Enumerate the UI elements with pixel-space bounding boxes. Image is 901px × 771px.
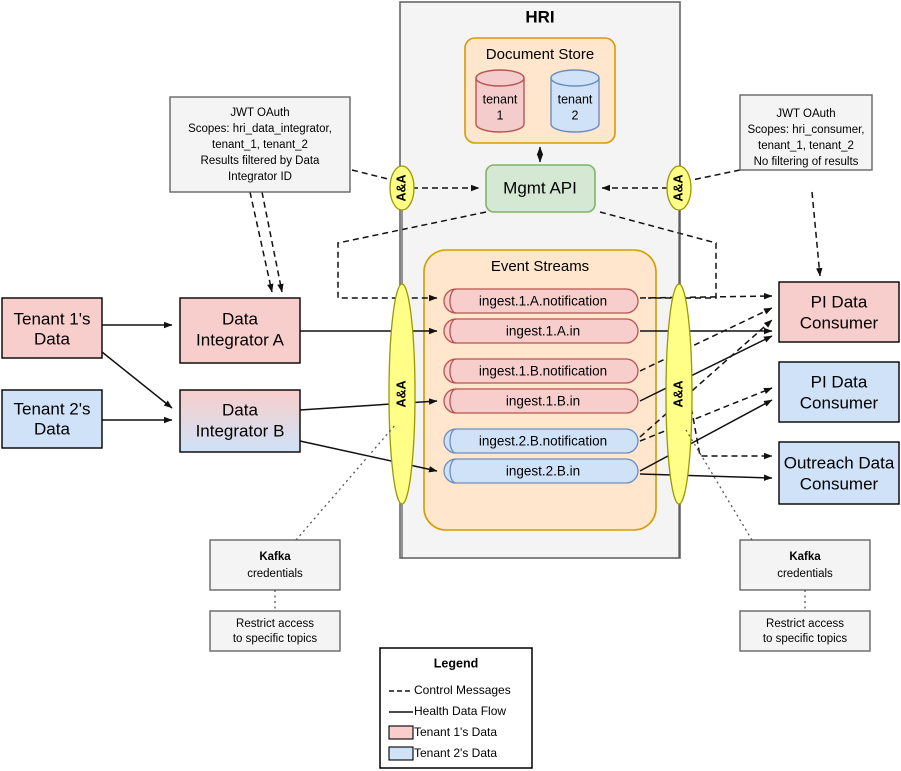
integrator-label-line1: Data xyxy=(222,400,258,419)
source-tenant-1-data: Tenant 1's Data xyxy=(1,297,103,359)
consumer-label-line2: Consumer xyxy=(800,393,879,412)
legend-item-tenant-1-data: Tenant 1's Data xyxy=(388,725,497,740)
edge-left-oauth-to-integratorA-2 xyxy=(261,191,284,293)
topic-ingest-2-b-notification: ingest.2.B.notification xyxy=(443,428,639,454)
aa-gate-mgmt-right: A&A xyxy=(666,165,692,211)
legend-item-label: Tenant 1's Data xyxy=(414,725,497,739)
topic-ingest-1-b-in: ingest.1.B.in xyxy=(443,388,639,414)
data-integrator-b: Data Integrator B xyxy=(179,389,301,453)
legend-item-label: Control Messages xyxy=(414,683,511,697)
integrator-label-line2: Integrator A xyxy=(196,330,285,349)
consumer-label-line2: Consumer xyxy=(800,313,879,332)
topic-label: ingest.1.A.in xyxy=(506,324,580,339)
legend-item-tenant-2-data: Tenant 2's Data xyxy=(388,746,497,761)
kafka-title: Kafka xyxy=(259,551,291,563)
note-line: JWT OAuth xyxy=(230,107,289,119)
source-label-line2: Data xyxy=(34,419,70,438)
consumer-label-line1: PI Data xyxy=(811,372,868,391)
note-left-kafka-credentials: Kafka credentials xyxy=(209,539,341,591)
edge-right-kafka-to-aa-gate xyxy=(685,429,753,541)
legend-item-label: Tenant 2's Data xyxy=(414,746,497,760)
consumer-pi-data-tenant-1: PI Data Consumer xyxy=(778,281,900,343)
hri-title: HRI xyxy=(525,7,554,26)
topic-label: ingest.1.B.notification xyxy=(479,364,607,379)
edge-right-oauth-to-aa xyxy=(691,169,741,181)
note-line: No filtering of results xyxy=(754,156,859,168)
edge-left-kafka-to-aa-gate xyxy=(295,423,397,541)
note-left-jwt-oauth: JWT OAuth Scopes: hri_data_integrator, t… xyxy=(169,96,351,193)
topic-ingest-1-a-in: ingest.1.A.in xyxy=(443,318,639,344)
consumer-label-line2: Consumer xyxy=(800,474,879,493)
restrict-line2: to specific topics xyxy=(763,633,848,645)
aa-gate-label: A&A xyxy=(394,174,408,201)
source-label-line2: Data xyxy=(34,329,70,348)
edge-tenant1-to-integratorB xyxy=(101,351,173,409)
integrator-label-line1: Data xyxy=(222,309,258,328)
topic-label: ingest.2.B.notification xyxy=(479,434,607,449)
aa-gate-label: A&A xyxy=(671,174,685,201)
kafka-subtitle: credentials xyxy=(777,568,833,580)
aa-gate-mgmt-left: A&A xyxy=(389,165,415,211)
source-tenant-2-data: Tenant 2's Data xyxy=(1,389,103,449)
architecture-diagram: HRI Document Store tenant 1 tenant 2 Mgm… xyxy=(1,1,900,769)
edge-right-oauth-to-consumer xyxy=(811,191,823,277)
consumer-label-line1: Outreach Data xyxy=(784,453,895,472)
database-tenant-2-line2: 2 xyxy=(572,108,579,122)
aa-gate-streams-left: A&A xyxy=(388,283,416,505)
database-tenant-1-line1: tenant xyxy=(483,92,518,106)
document-store-label: Document Store xyxy=(486,46,594,63)
consumer-pi-data-tenant-2: PI Data Consumer xyxy=(778,361,900,423)
database-tenant-2: tenant 2 xyxy=(550,69,600,133)
note-left-restrict-access: Restrict access to specific topics xyxy=(209,610,341,652)
restrict-line2: to specific topics xyxy=(233,633,318,645)
database-tenant-1: tenant 1 xyxy=(475,69,525,133)
integrator-label-line2: Integrator B xyxy=(196,421,285,440)
source-label-line1: Tenant 2's xyxy=(14,399,91,418)
document-store: Document Store tenant 1 tenant 2 xyxy=(464,37,616,144)
note-line: Integrator ID xyxy=(228,171,292,183)
note-right-restrict-access: Restrict access to specific topics xyxy=(739,610,871,652)
legend-title: Legend xyxy=(434,656,478,670)
topic-label: ingest.1.A.notification xyxy=(479,294,607,309)
source-label-line1: Tenant 1's xyxy=(14,309,91,328)
kafka-title: Kafka xyxy=(789,551,821,563)
aa-gate-label: A&A xyxy=(394,380,408,407)
restrict-line1: Restrict access xyxy=(766,618,844,630)
legend-item-label: Health Data Flow xyxy=(414,704,506,718)
topic-ingest-1-a-notification: ingest.1.A.notification xyxy=(443,288,639,314)
edge-left-oauth-to-integratorA xyxy=(249,191,274,293)
consumer-outreach-data: Outreach Data Consumer xyxy=(778,441,900,505)
edge-left-oauth-to-aa xyxy=(351,169,393,181)
note-line: Scopes: hri_consumer, xyxy=(748,124,865,136)
database-tenant-2-line1: tenant xyxy=(558,92,593,106)
note-right-kafka-credentials: Kafka credentials xyxy=(739,539,871,591)
note-line: Scopes: hri_data_integrator, xyxy=(188,123,332,135)
consumer-label-line1: PI Data xyxy=(811,292,868,311)
note-line: tenant_1, tenant_2 xyxy=(212,139,308,151)
kafka-subtitle: credentials xyxy=(247,568,303,580)
database-tenant-1-line2: 1 xyxy=(497,108,504,122)
note-line: tenant_1, tenant_2 xyxy=(758,140,854,152)
topic-ingest-2-b-in: ingest.2.B.in xyxy=(443,458,639,484)
event-streams-label: Event Streams xyxy=(491,258,589,275)
topic-ingest-1-b-notification: ingest.1.B.notification xyxy=(443,358,639,384)
aa-gate-streams-right: A&A xyxy=(665,283,693,505)
note-right-jwt-oauth: JWT OAuth Scopes: hri_consumer, tenant_1… xyxy=(739,94,873,171)
note-line: Results filtered by Data xyxy=(201,155,320,167)
topic-label: ingest.1.B.in xyxy=(506,394,580,409)
mgmt-api-label: Mgmt API xyxy=(503,178,577,197)
mgmt-api-node: Mgmt API xyxy=(485,164,596,213)
note-line: JWT OAuth xyxy=(776,108,835,120)
legend: Legend Control Messages Health Data Flow… xyxy=(379,647,533,769)
data-integrator-a: Data Integrator A xyxy=(179,297,301,364)
restrict-line1: Restrict access xyxy=(236,618,314,630)
topic-label: ingest.2.B.in xyxy=(506,464,580,479)
aa-gate-label: A&A xyxy=(671,380,685,407)
